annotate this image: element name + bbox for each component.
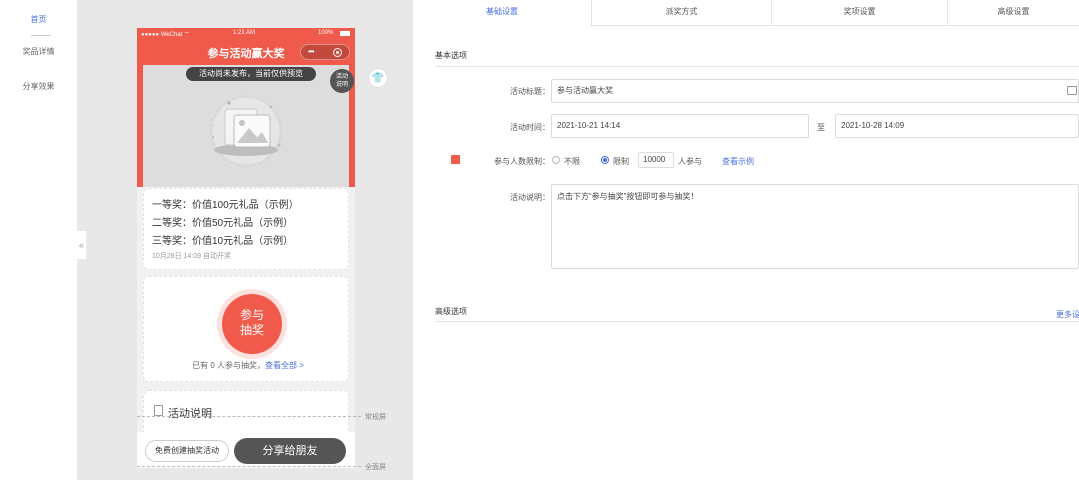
draw-label-2: 抽奖 [239, 323, 264, 337]
join-draw-button[interactable]: 参与 抽奖 [222, 294, 282, 354]
badge-line-1: 活动 [335, 74, 348, 80]
tab-award-method[interactable]: 派奖方式 [591, 0, 771, 26]
people-unit-label: 人参与 [678, 157, 702, 166]
nav-divider [31, 35, 51, 36]
draw-label-1: 参与 [239, 308, 264, 322]
shirt-icon: 👕 [371, 72, 385, 84]
document-icon [154, 405, 163, 416]
advanced-section-title: 高级选项 [435, 307, 467, 316]
participants-count: 已有 0 人参与抽奖， [192, 361, 265, 370]
end-time-value: 2021-10-28 14:09 [841, 121, 905, 130]
description-title: 活动说明 [168, 408, 212, 420]
status-bar: ●●●●● WeChat ⌔ 1:21 AM 100% [137, 28, 355, 39]
tab-bar: 基础设置 派奖方式 奖项设置 高级设置 [413, 0, 1079, 26]
nav-item-prize-details[interactable]: 奖品详情 [0, 46, 77, 57]
limit-count-value: 10000 [643, 155, 666, 164]
activity-description-textarea[interactable]: 点击下方“参与抽奖”按钮即可参与抽奖！ [551, 184, 1079, 269]
full-screen-guide [137, 466, 361, 467]
activity-description-value: 点击下方“参与抽奖”按钮即可参与抽奖！ [557, 192, 699, 201]
auto-draw-time: 10月28日 14:09 自动开奖 [152, 253, 231, 260]
unlimited-label: 不限 [564, 157, 580, 166]
view-all-link[interactable]: 查看全部 > [265, 361, 304, 370]
normal-screen-guide [137, 416, 361, 417]
start-time-value: 2021-10-21 14:14 [557, 121, 621, 130]
to-label: 至 [817, 123, 825, 132]
basic-section-divider [435, 66, 1079, 67]
start-time-input[interactable]: 2021-10-21 14:14 [551, 114, 809, 138]
left-nav: 首页 奖品详情 分享效果 [0, 0, 77, 480]
activity-description-label: 活动说明： [510, 193, 550, 202]
tab-prize-settings[interactable]: 奖项设置 [771, 0, 947, 26]
create-free-lottery-button[interactable]: 免费创建抽奖活动 [145, 440, 229, 462]
tab-advanced-settings[interactable]: 高级设置 [947, 0, 1079, 26]
limit-count-input[interactable]: 10000 [638, 152, 674, 168]
prize-card: 一等奖：价值100元礼品（示例） 二等奖：价值50元礼品（示例） 三等奖：价值1… [143, 188, 349, 270]
nav-item-share-effect[interactable]: 分享效果 [0, 81, 77, 92]
more-settings-link[interactable]: 更多设 [1056, 309, 1079, 320]
skin-theme-icon[interactable]: 👕 [368, 68, 388, 88]
share-to-friends-button[interactable]: 分享给朋友 [234, 438, 346, 464]
field-picker-icon[interactable] [1067, 86, 1077, 95]
banner-image-placeholder: 活动尚未发布，当前仅供预览 活动 说明 [143, 65, 354, 187]
draw-card: 参与 抽奖 已有 0 人参与抽奖，查看全部 > [143, 276, 349, 382]
prize-line-2: 二等奖：价值50元礼品（示例） [152, 218, 294, 229]
end-time-input[interactable]: 2021-10-28 14:09 [835, 114, 1079, 138]
full-screen-label: 全面屏 [365, 464, 386, 471]
activity-title-input[interactable]: 参与活动赢大奖 [551, 79, 1079, 103]
normal-screen-label: 常规屏 [365, 414, 386, 421]
activity-info-badge[interactable]: 活动 说明 [330, 69, 354, 93]
bottom-action-bar: 免费创建抽奖活动 分享给朋友 [137, 432, 355, 468]
collapse-button[interactable]: « [77, 231, 86, 259]
advanced-section-divider [435, 321, 1079, 322]
image-placeholder-icon [210, 95, 282, 167]
nav-item-home[interactable]: 首页 [0, 14, 77, 25]
unlimited-radio[interactable] [552, 156, 560, 164]
phone-preview: ●●●●● WeChat ⌔ 1:21 AM 100% 参与活动赢大奖 ••• [137, 28, 355, 468]
tab-basic-settings[interactable]: 基础设置 [413, 0, 591, 26]
badge-line-2: 说明 [335, 82, 348, 88]
limited-radio[interactable] [601, 156, 609, 164]
config-panel: 基础设置 派奖方式 奖项设置 高级设置 基本选项 活动标题： 参与活动赢大奖 活… [413, 0, 1079, 480]
status-time: 1:21 AM [233, 30, 256, 36]
participants-text: 已有 0 人参与抽奖，查看全部 > [144, 360, 352, 371]
close-target-icon[interactable] [333, 48, 342, 57]
view-example-link[interactable]: 查看示例 [722, 156, 754, 167]
activity-title-value: 参与活动赢大奖 [557, 86, 613, 95]
double-chevron-left-icon: « [78, 240, 84, 250]
limited-label: 限制 [613, 157, 629, 166]
prize-line-1: 一等奖：价值100元礼品（示例） [152, 200, 299, 211]
activity-title-label: 活动标题： [510, 87, 550, 96]
carrier-text: ●●●●● WeChat ⌔ [141, 32, 190, 38]
preview-notice: 活动尚未发布，当前仅供预览 [186, 67, 316, 81]
more-icon[interactable]: ••• [308, 47, 314, 56]
title-bar: 参与活动赢大奖 ••• [137, 39, 355, 65]
banner: 活动尚未发布，当前仅供预览 活动 说明 [137, 65, 355, 187]
mini-program-capsule[interactable]: ••• [300, 44, 350, 60]
activity-time-label: 活动时间： [510, 123, 550, 132]
participant-limit-label: 参与人数限制： [494, 157, 550, 166]
battery-text: 100% [318, 30, 334, 36]
basic-section-title: 基本选项 [435, 51, 467, 60]
prize-line-3: 三等奖：价值10元礼品（示例） [152, 236, 294, 247]
battery-icon [340, 31, 350, 36]
